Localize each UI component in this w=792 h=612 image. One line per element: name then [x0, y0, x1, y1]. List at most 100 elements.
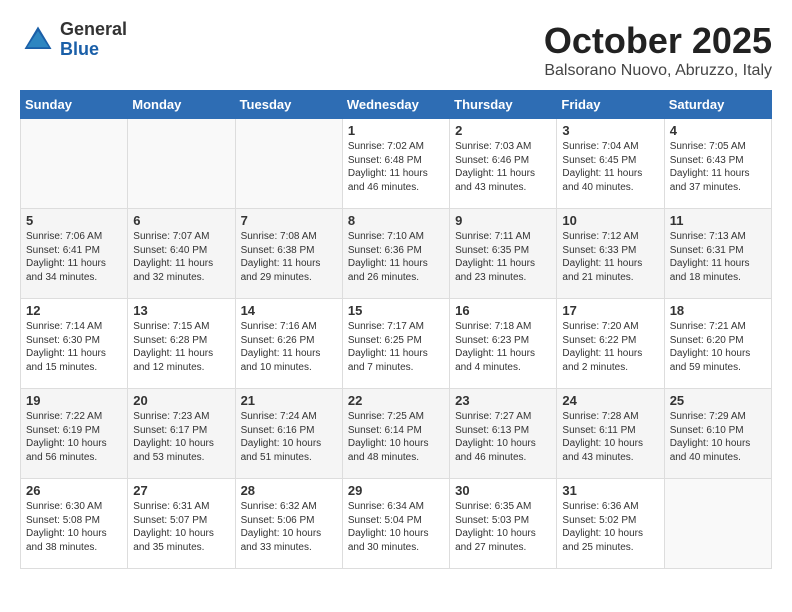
cell-content: Sunrise: 7:05 AMSunset: 6:43 PMDaylight:…	[670, 140, 766, 194]
day-number: 31	[562, 483, 658, 498]
calendar-cell	[21, 119, 128, 209]
cell-content: Sunrise: 6:34 AMSunset: 5:04 PMDaylight:…	[348, 500, 444, 554]
calendar-week-5: 26Sunrise: 6:30 AMSunset: 5:08 PMDayligh…	[21, 479, 772, 569]
calendar-cell: 26Sunrise: 6:30 AMSunset: 5:08 PMDayligh…	[21, 479, 128, 569]
cell-content: Sunrise: 7:10 AMSunset: 6:36 PMDaylight:…	[348, 230, 444, 284]
calendar-cell	[128, 119, 235, 209]
calendar-table: SundayMondayTuesdayWednesdayThursdayFrid…	[20, 90, 772, 569]
calendar-cell: 7 Sunrise: 7:08 AMSunset: 6:38 PMDaylight…	[235, 209, 342, 299]
day-number: 11	[670, 213, 766, 228]
cell-content: Sunrise: 6:35 AMSunset: 5:03 PMDaylight:…	[455, 500, 551, 554]
day-header-sunday: Sunday	[21, 91, 128, 119]
calendar-cell: 17 Sunrise: 7:20 AMSunset: 6:22 PMDayligh…	[557, 299, 664, 389]
calendar-header-row: SundayMondayTuesdayWednesdayThursdayFrid…	[21, 91, 772, 119]
cell-content: Sunrise: 6:30 AMSunset: 5:08 PMDaylight:…	[26, 500, 122, 554]
logo-blue-text: Blue	[60, 39, 99, 59]
logo-icon	[20, 22, 56, 58]
day-number: 23	[455, 393, 551, 408]
calendar-cell: 3 Sunrise: 7:04 AMSunset: 6:45 PMDaylight…	[557, 119, 664, 209]
day-number: 22	[348, 393, 444, 408]
day-number: 7	[241, 213, 337, 228]
cell-content: Sunrise: 6:36 AMSunset: 5:02 PMDaylight:…	[562, 500, 658, 554]
calendar-cell: 30 Sunrise: 6:35 AMSunset: 5:03 PMDayligh…	[450, 479, 557, 569]
location: Balsorano Nuovo, Abruzzo, Italy	[544, 62, 772, 80]
day-number: 30	[455, 483, 551, 498]
day-header-friday: Friday	[557, 91, 664, 119]
calendar-week-2: 5Sunrise: 7:06 AMSunset: 6:41 PMDaylight…	[21, 209, 772, 299]
cell-content: Sunrise: 7:06 AMSunset: 6:41 PMDaylight:…	[26, 230, 122, 284]
calendar-cell: 20 Sunrise: 7:23 AMSunset: 6:17 PMDayligh…	[128, 389, 235, 479]
day-number: 15	[348, 303, 444, 318]
cell-content: Sunrise: 7:28 AMSunset: 6:11 PMDaylight:…	[562, 410, 658, 464]
calendar-cell: 23 Sunrise: 7:27 AMSunset: 6:13 PMDayligh…	[450, 389, 557, 479]
cell-content: Sunrise: 7:02 AMSunset: 6:48 PMDaylight:…	[348, 140, 444, 194]
day-number: 27	[133, 483, 229, 498]
day-number: 18	[670, 303, 766, 318]
cell-content: Sunrise: 7:27 AMSunset: 6:13 PMDaylight:…	[455, 410, 551, 464]
day-header-saturday: Saturday	[664, 91, 771, 119]
day-number: 28	[241, 483, 337, 498]
cell-content: Sunrise: 7:22 AMSunset: 6:19 PMDaylight:…	[26, 410, 122, 464]
calendar-cell: 27 Sunrise: 6:31 AMSunset: 5:07 PMDayligh…	[128, 479, 235, 569]
day-number: 1	[348, 123, 444, 138]
cell-content: Sunrise: 7:29 AMSunset: 6:10 PMDaylight:…	[670, 410, 766, 464]
calendar-cell: 10 Sunrise: 7:12 AMSunset: 6:33 PMDayligh…	[557, 209, 664, 299]
day-number: 25	[670, 393, 766, 408]
day-number: 3	[562, 123, 658, 138]
calendar-cell: 25 Sunrise: 7:29 AMSunset: 6:10 PMDayligh…	[664, 389, 771, 479]
day-number: 19	[26, 393, 122, 408]
day-header-wednesday: Wednesday	[342, 91, 449, 119]
calendar-week-4: 19 Sunrise: 7:22 AMSunset: 6:19 PMDayligh…	[21, 389, 772, 479]
cell-content: Sunrise: 7:16 AMSunset: 6:26 PMDaylight:…	[241, 320, 337, 374]
cell-content: Sunrise: 7:25 AMSunset: 6:14 PMDaylight:…	[348, 410, 444, 464]
day-number: 24	[562, 393, 658, 408]
cell-content: Sunrise: 7:24 AMSunset: 6:16 PMDaylight:…	[241, 410, 337, 464]
day-number: 17	[562, 303, 658, 318]
cell-content: Sunrise: 7:14 AMSunset: 6:30 PMDaylight:…	[26, 320, 122, 374]
calendar-cell: 24 Sunrise: 7:28 AMSunset: 6:11 PMDayligh…	[557, 389, 664, 479]
calendar-cell: 12 Sunrise: 7:14 AMSunset: 6:30 PMDayligh…	[21, 299, 128, 389]
day-number: 20	[133, 393, 229, 408]
calendar-cell	[235, 119, 342, 209]
day-header-thursday: Thursday	[450, 91, 557, 119]
cell-content: Sunrise: 6:31 AMSunset: 5:07 PMDaylight:…	[133, 500, 229, 554]
cell-content: Sunrise: 7:04 AMSunset: 6:45 PMDaylight:…	[562, 140, 658, 194]
cell-content: Sunrise: 7:12 AMSunset: 6:33 PMDaylight:…	[562, 230, 658, 284]
day-number: 6	[133, 213, 229, 228]
day-header-monday: Monday	[128, 91, 235, 119]
cell-content: Sunrise: 7:23 AMSunset: 6:17 PMDaylight:…	[133, 410, 229, 464]
calendar-cell: 28Sunrise: 6:32 AMSunset: 5:06 PMDayligh…	[235, 479, 342, 569]
calendar-cell: 5Sunrise: 7:06 AMSunset: 6:41 PMDaylight…	[21, 209, 128, 299]
calendar-cell: 9Sunrise: 7:11 AMSunset: 6:35 PMDaylight…	[450, 209, 557, 299]
calendar-cell: 15 Sunrise: 7:17 AMSunset: 6:25 PMDayligh…	[342, 299, 449, 389]
calendar-cell: 13Sunrise: 7:15 AMSunset: 6:28 PMDayligh…	[128, 299, 235, 389]
day-number: 13	[133, 303, 229, 318]
calendar-cell	[664, 479, 771, 569]
calendar-cell: 2Sunrise: 7:03 AMSunset: 6:46 PMDaylight…	[450, 119, 557, 209]
header: General Blue October 2025 Balsorano Nuov…	[20, 20, 772, 80]
day-number: 9	[455, 213, 551, 228]
cell-content: Sunrise: 7:20 AMSunset: 6:22 PMDaylight:…	[562, 320, 658, 374]
calendar-cell: 21Sunrise: 7:24 AMSunset: 6:16 PMDayligh…	[235, 389, 342, 479]
calendar-cell: 4Sunrise: 7:05 AMSunset: 6:43 PMDaylight…	[664, 119, 771, 209]
title-area: October 2025 Balsorano Nuovo, Abruzzo, I…	[544, 20, 772, 80]
calendar-cell: 31 Sunrise: 6:36 AMSunset: 5:02 PMDayligh…	[557, 479, 664, 569]
calendar-cell: 16Sunrise: 7:18 AMSunset: 6:23 PMDayligh…	[450, 299, 557, 389]
cell-content: Sunrise: 7:17 AMSunset: 6:25 PMDaylight:…	[348, 320, 444, 374]
calendar-cell: 8Sunrise: 7:10 AMSunset: 6:36 PMDaylight…	[342, 209, 449, 299]
day-number: 12	[26, 303, 122, 318]
month-title: October 2025	[544, 20, 772, 62]
logo: General Blue	[20, 20, 127, 60]
calendar-cell: 6Sunrise: 7:07 AMSunset: 6:40 PMDaylight…	[128, 209, 235, 299]
calendar-cell: 1 Sunrise: 7:02 AMSunset: 6:48 PMDaylight…	[342, 119, 449, 209]
calendar-cell: 19 Sunrise: 7:22 AMSunset: 6:19 PMDayligh…	[21, 389, 128, 479]
calendar-cell: 29Sunrise: 6:34 AMSunset: 5:04 PMDayligh…	[342, 479, 449, 569]
calendar-cell: 14 Sunrise: 7:16 AMSunset: 6:26 PMDayligh…	[235, 299, 342, 389]
cell-content: Sunrise: 7:03 AMSunset: 6:46 PMDaylight:…	[455, 140, 551, 194]
day-number: 14	[241, 303, 337, 318]
day-number: 10	[562, 213, 658, 228]
calendar-week-3: 12 Sunrise: 7:14 AMSunset: 6:30 PMDayligh…	[21, 299, 772, 389]
cell-content: Sunrise: 7:08 AMSunset: 6:38 PMDaylight:…	[241, 230, 337, 284]
logo-general-text: General	[60, 19, 127, 39]
calendar-cell: 22 Sunrise: 7:25 AMSunset: 6:14 PMDayligh…	[342, 389, 449, 479]
